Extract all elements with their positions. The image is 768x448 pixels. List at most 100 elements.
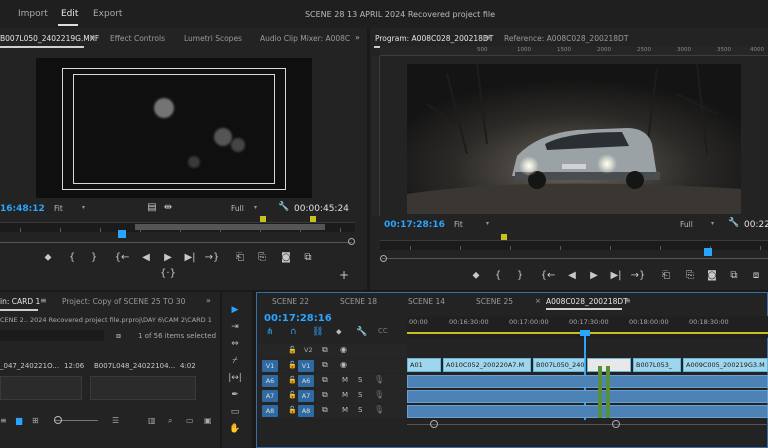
project-item-name[interactable]: _047_240221O... xyxy=(0,362,59,370)
tab-sequence[interactable]: SCENE 18 xyxy=(340,297,377,306)
lift-icon[interactable]: ⎗ xyxy=(658,270,674,281)
tab-source-clip[interactable]: B007L050_2402219G.MXF xyxy=(0,34,99,43)
track-select-tool-icon[interactable]: ⇥ xyxy=(227,322,243,336)
lock-icon[interactable]: 🔓 xyxy=(288,361,297,369)
icon-view-icon[interactable]: ▆ xyxy=(16,416,22,425)
export-frame-icon[interactable]: ◙ xyxy=(278,252,294,263)
sync-lock-icon[interactable]: ⧉ xyxy=(322,375,328,385)
source-in-out-range[interactable] xyxy=(135,224,325,230)
track-target-a8[interactable]: A8 xyxy=(298,405,314,417)
project-item-name[interactable]: B007L048_24022104... xyxy=(94,362,175,370)
add-marker-icon[interactable]: ⬥ xyxy=(336,327,342,337)
chevron-down-icon[interactable]: ▾ xyxy=(254,204,257,211)
sync-lock-icon[interactable]: ⧉ xyxy=(322,390,328,400)
sort-icon[interactable]: ☰ xyxy=(112,416,119,425)
more-tabs-icon[interactable]: » xyxy=(355,33,360,42)
list-view-icon[interactable]: ≡ xyxy=(0,416,7,425)
program-timecode[interactable]: 00:17:28:16 xyxy=(384,220,445,230)
program-fit-dropdown[interactable]: Fit xyxy=(454,220,463,229)
tab-sequence[interactable]: SCENE 14 xyxy=(408,297,445,306)
program-playhead[interactable] xyxy=(704,248,712,256)
button-editor-icon[interactable]: ⧈ xyxy=(748,270,764,281)
wrench-icon[interactable]: 🔧 xyxy=(728,218,739,228)
eye-icon[interactable]: ◉ xyxy=(340,345,347,354)
tab-program[interactable]: Program: A008C028_200218DT xyxy=(375,34,493,43)
selection-tool-icon[interactable]: ▶ xyxy=(227,305,243,319)
audio-clip-a7[interactable] xyxy=(407,390,768,403)
wrench-icon[interactable]: 🔧 xyxy=(278,202,289,212)
extract-icon[interactable]: ⎘ xyxy=(682,270,698,281)
rectangle-tool-icon[interactable]: ▭ xyxy=(227,407,243,421)
clip-thumbnail[interactable] xyxy=(90,376,196,400)
step-back-icon[interactable]: ◀︎ xyxy=(138,252,154,263)
close-tab-icon[interactable]: × xyxy=(535,297,541,305)
chevron-down-icon[interactable]: ▾ xyxy=(711,220,714,227)
tab-sequence[interactable]: SCENE 25 xyxy=(476,297,513,306)
source-patch-a6[interactable]: A6 xyxy=(262,375,278,387)
lock-icon[interactable]: 🔓 xyxy=(288,391,297,399)
solo-button[interactable]: S xyxy=(358,376,362,384)
tab-effect-controls[interactable]: Effect Controls xyxy=(110,34,165,43)
zoom-slider-handle[interactable] xyxy=(54,416,62,424)
menu-export[interactable]: Export xyxy=(93,9,122,19)
audio-clip-a8[interactable] xyxy=(407,405,768,418)
mute-button[interactable]: M xyxy=(342,406,348,414)
panel-menu-icon[interactable]: ≡ xyxy=(40,296,47,305)
new-bin-icon[interactable]: ▭ xyxy=(186,416,194,425)
scroll-handle-left[interactable] xyxy=(430,420,438,428)
search-input[interactable] xyxy=(0,330,104,341)
panel-menu-icon[interactable]: ≡ xyxy=(484,33,491,42)
lock-icon[interactable]: 🔓 xyxy=(288,406,297,414)
mark-out-icon[interactable]: } xyxy=(86,252,102,263)
transition-marker[interactable] xyxy=(598,366,602,418)
scroll-handle-right[interactable] xyxy=(612,420,620,428)
zoom-handle[interactable] xyxy=(348,238,355,245)
audio-clip-a6[interactable] xyxy=(407,375,768,388)
video-clip[interactable]: B007L053_ xyxy=(633,358,681,372)
go-to-in-icon[interactable]: {← xyxy=(114,252,130,263)
chevron-down-icon[interactable]: ▾ xyxy=(82,204,85,211)
play-icon[interactable]: ▶︎ xyxy=(586,270,602,281)
go-to-in-icon[interactable]: {← xyxy=(540,270,556,281)
menu-import[interactable]: Import xyxy=(18,9,48,19)
snap-icon[interactable]: ∩ xyxy=(290,327,297,337)
tab-audio-clip-mixer[interactable]: Audio Clip Mixer: A008C xyxy=(260,34,350,43)
go-to-out-icon[interactable]: →} xyxy=(204,252,220,263)
tab-sequence-active[interactable]: A008C028_200218DT xyxy=(546,297,628,306)
source-timecode[interactable]: 16:48:12 xyxy=(0,204,45,214)
freeform-view-icon[interactable]: ⊞ xyxy=(32,416,39,425)
automate-icon[interactable]: ▥ xyxy=(148,416,156,425)
zoom-handle[interactable] xyxy=(380,255,387,262)
go-to-out-icon[interactable]: →} xyxy=(630,270,646,281)
sync-lock-icon[interactable]: ⧉ xyxy=(322,360,328,370)
drag-audio-icon[interactable]: {·} xyxy=(160,268,176,279)
razor-tool-icon[interactable]: ⌿ xyxy=(227,356,243,370)
marker-icon[interactable] xyxy=(260,216,266,222)
lock-icon[interactable]: 🔓 xyxy=(288,346,297,354)
mark-in-icon[interactable]: { xyxy=(64,252,80,263)
sync-lock-icon[interactable]: ⧉ xyxy=(322,405,328,415)
source-fit-dropdown[interactable]: Fit xyxy=(54,204,63,213)
sync-lock-icon[interactable]: ⧉ xyxy=(322,345,328,355)
linked-selection-icon[interactable]: ⛓ xyxy=(312,327,323,337)
step-forward-icon[interactable]: ▶| xyxy=(182,252,198,263)
mute-button[interactable]: M xyxy=(342,391,348,399)
insert-icon[interactable]: ⎗ xyxy=(232,252,248,263)
tab-lumetri-scopes[interactable]: Lumetri Scopes xyxy=(184,34,242,43)
track-target-a6[interactable]: A6 xyxy=(298,375,314,387)
mic-icon[interactable]: 🎙 xyxy=(374,405,384,414)
comparison-view-icon[interactable]: ⧉ xyxy=(726,270,742,281)
chevron-down-icon[interactable]: ▾ xyxy=(486,220,489,227)
source-playhead[interactable] xyxy=(118,230,126,238)
wrench-icon[interactable]: 🔧 xyxy=(356,327,367,337)
mic-icon[interactable]: 🎙 xyxy=(374,375,384,384)
more-tabs-icon[interactable]: » xyxy=(206,296,211,305)
add-marker-icon[interactable]: ⬥ xyxy=(468,270,484,281)
tab-bin-card1[interactable]: in: CARD 1 xyxy=(0,297,40,306)
marker-icon[interactable] xyxy=(310,216,316,222)
hand-tool-icon[interactable]: ✋ xyxy=(227,424,243,438)
button-editor-icon[interactable]: ⧉ xyxy=(300,252,316,263)
tab-reference[interactable]: Reference: A008C028_200218DT xyxy=(504,34,628,43)
clip-thumbnail[interactable] xyxy=(0,376,82,400)
lock-icon[interactable]: 🔓 xyxy=(288,376,297,384)
